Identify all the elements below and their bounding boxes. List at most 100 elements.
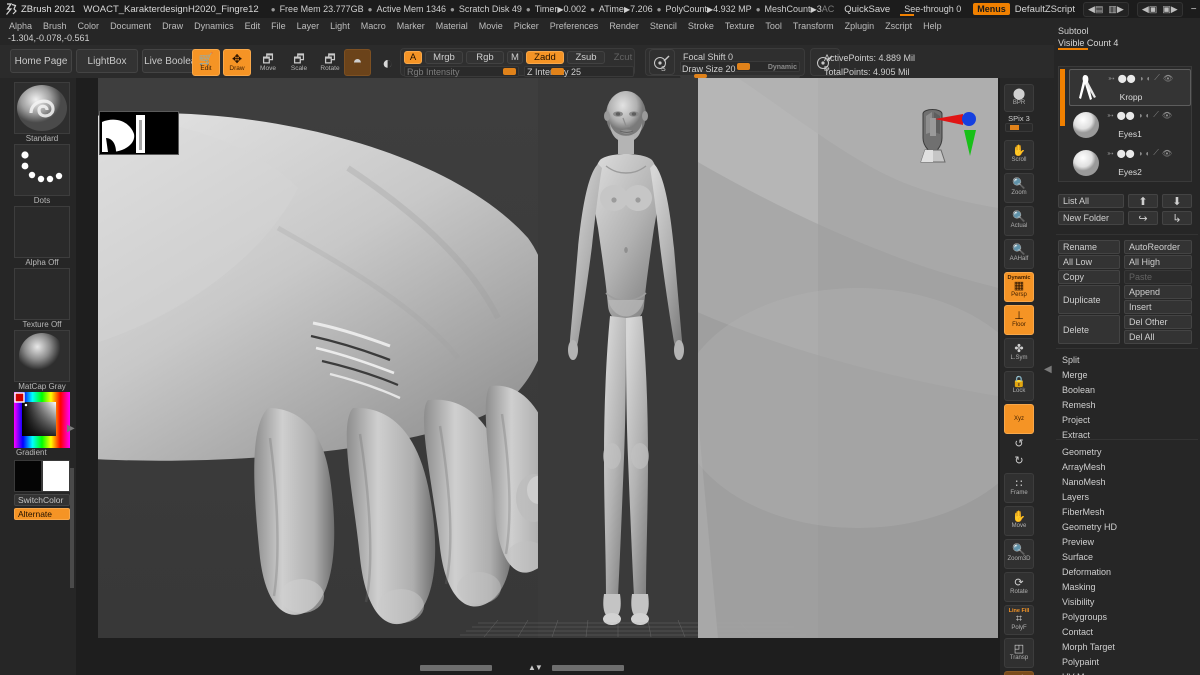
zadd-toggle[interactable]: Zadd bbox=[526, 51, 564, 64]
subtool-op-split[interactable]: Split bbox=[1058, 352, 1196, 367]
menu-render[interactable]: Render bbox=[604, 20, 644, 32]
menu-draw[interactable]: Draw bbox=[157, 20, 188, 32]
subtool-icon-0[interactable]: ➳ bbox=[1108, 74, 1115, 83]
move-button[interactable]: 🗗 Move bbox=[254, 49, 282, 76]
actual-button[interactable]: 🔍Actual bbox=[1004, 206, 1034, 236]
z-intensity-slider[interactable]: Z Intensity 25 bbox=[524, 66, 634, 77]
tray-toggle-icons[interactable]: ◀▣ ▣▶ bbox=[1137, 2, 1183, 17]
minimize-icon[interactable]: − bbox=[1191, 4, 1197, 15]
subtool-op-remesh[interactable]: Remesh bbox=[1058, 397, 1196, 412]
alternate-button[interactable]: Alternate bbox=[14, 508, 70, 520]
subtool-icon-5[interactable]: 👁 bbox=[1162, 111, 1172, 120]
copy-button[interactable]: Copy bbox=[1058, 270, 1120, 284]
menu-layer[interactable]: Layer bbox=[292, 20, 325, 32]
texture-thumbnail[interactable] bbox=[14, 268, 70, 320]
sculpt-canvas[interactable] bbox=[98, 78, 998, 638]
floor-button[interactable]: ⊥Floor bbox=[1004, 305, 1034, 335]
see-through-slider[interactable]: See-through 0 bbox=[900, 4, 965, 15]
subtool-op-merge[interactable]: Merge bbox=[1058, 367, 1196, 382]
menu-alpha[interactable]: Alpha bbox=[4, 20, 37, 32]
menu-zscript[interactable]: Zscript bbox=[880, 20, 917, 32]
tool-section-visibility[interactable]: Visibility bbox=[1058, 594, 1196, 609]
subtool-item-kropp[interactable]: ➳⬤⬤◑◐⟋👁Kropp bbox=[1069, 69, 1191, 106]
tool-section-layers[interactable]: Layers bbox=[1058, 489, 1196, 504]
spix-slider[interactable] bbox=[1005, 123, 1033, 132]
left-scrollbar[interactable] bbox=[70, 468, 74, 588]
rotate-ccw-icon[interactable]: ↺ bbox=[1004, 437, 1034, 450]
rotate-button[interactable]: ⟳Rotate bbox=[1004, 572, 1034, 602]
window-controls[interactable]: − ❐ ✕ bbox=[1191, 4, 1200, 15]
bottom-scrollbar[interactable]: ▲▼ bbox=[76, 661, 1000, 675]
color-picker[interactable] bbox=[14, 392, 70, 448]
tool-section-nanomesh[interactable]: NanoMesh bbox=[1058, 474, 1196, 489]
zoom-button[interactable]: 🔍Zoom bbox=[1004, 173, 1034, 203]
scroll-button[interactable]: ✋Scroll bbox=[1004, 140, 1034, 170]
tool-section-polygroups[interactable]: Polygroups bbox=[1058, 609, 1196, 624]
subtool-icon-2[interactable]: ◑ bbox=[1138, 111, 1143, 120]
secondary-color-swatch[interactable] bbox=[42, 460, 70, 492]
subtool-icon-3[interactable]: ◐ bbox=[1145, 149, 1150, 158]
brush-s-icon[interactable]: S bbox=[649, 49, 675, 75]
subtool-icon-3[interactable]: ◐ bbox=[1146, 74, 1151, 83]
brush-thumbnail[interactable] bbox=[14, 82, 70, 134]
subtool-icon-2[interactable]: ◑ bbox=[1139, 74, 1144, 83]
lsym-button[interactable]: ✤L.Sym bbox=[1004, 338, 1034, 368]
z-intensity-knob[interactable] bbox=[551, 68, 564, 75]
subtool-item-eyes2[interactable]: ➳⬤⬤◑◐⟋👁Eyes2 bbox=[1069, 145, 1191, 182]
menu-brush[interactable]: Brush bbox=[38, 20, 72, 32]
material-thumbnail[interactable] bbox=[14, 330, 70, 382]
sculptris-pro-button[interactable]: ◐ bbox=[374, 49, 401, 76]
tool-section-fibermesh[interactable]: FiberMesh bbox=[1058, 504, 1196, 519]
mrgb-sphere-button[interactable]: ◓ bbox=[344, 49, 371, 76]
menu-help[interactable]: Help bbox=[918, 20, 947, 32]
spix-knob[interactable] bbox=[1010, 125, 1019, 130]
subtool-icon-5[interactable]: 👁 bbox=[1162, 149, 1172, 158]
home-page-button[interactable]: Home Page bbox=[10, 49, 72, 73]
lightbox-button[interactable]: LightBox bbox=[76, 49, 138, 73]
menu-color[interactable]: Color bbox=[73, 20, 105, 32]
scale-button[interactable]: 🗗 Scale bbox=[285, 49, 313, 76]
menu-stroke[interactable]: Stroke bbox=[683, 20, 719, 32]
tool-section-geometry-hd[interactable]: Geometry HD bbox=[1058, 519, 1196, 534]
ui-grow-icon[interactable]: ▥▶ bbox=[1108, 4, 1123, 15]
persp-button[interactable]: Dynamic▦Persp bbox=[1004, 272, 1034, 302]
bpr-button[interactable]: ⬤ BPR bbox=[1004, 84, 1034, 112]
menu-stencil[interactable]: Stencil bbox=[645, 20, 682, 32]
frame-button[interactable]: ∷Frame bbox=[1004, 473, 1034, 503]
move-up-button[interactable]: ⬆ bbox=[1128, 194, 1158, 208]
duplicate-button[interactable]: Duplicate bbox=[1058, 285, 1120, 314]
menu-dynamics[interactable]: Dynamics bbox=[189, 20, 239, 32]
left-tray-arrow-icon[interactable]: ▶ bbox=[67, 423, 75, 434]
zsub-toggle[interactable]: Zsub bbox=[567, 51, 605, 64]
scroll-updown-icons[interactable]: ▲▼ bbox=[528, 663, 542, 672]
alpha-thumbnail[interactable] bbox=[14, 206, 70, 258]
menu-movie[interactable]: Movie bbox=[474, 20, 508, 32]
menu-macro[interactable]: Macro bbox=[356, 20, 391, 32]
scroll-thumb-left[interactable] bbox=[420, 665, 492, 671]
tool-section-surface[interactable]: Surface bbox=[1058, 549, 1196, 564]
menu-tool[interactable]: Tool bbox=[760, 20, 787, 32]
subtool-icon-1[interactable]: ⬤⬤ bbox=[1118, 74, 1136, 83]
rgb-intensity-knob[interactable] bbox=[503, 68, 516, 75]
subtool-icon-4[interactable]: ⟋ bbox=[1153, 110, 1159, 120]
mrgb-toggle[interactable]: Mrgb bbox=[425, 51, 463, 64]
subtool-icon-1[interactable]: ⬤⬤ bbox=[1117, 149, 1135, 158]
ui-shrink-icon[interactable]: ◀▤ bbox=[1088, 4, 1103, 15]
menu-texture[interactable]: Texture bbox=[720, 20, 760, 32]
visible-count-slider[interactable]: Visible Count 4 bbox=[1058, 38, 1194, 49]
menu-preferences[interactable]: Preferences bbox=[545, 20, 604, 32]
rotate-button[interactable]: 🗗 Rotate bbox=[316, 49, 344, 76]
aahalf-button[interactable]: 🔍AAHalf bbox=[1004, 239, 1034, 269]
scroll-thumb-right[interactable] bbox=[552, 665, 624, 671]
zoom3d-button[interactable]: 🔍Zoom3D bbox=[1004, 539, 1034, 569]
subtool-icon-1[interactable]: ⬤⬤ bbox=[1117, 111, 1135, 120]
focal-shift-knob[interactable] bbox=[737, 63, 750, 70]
transp-button[interactable]: ◰Transp bbox=[1004, 638, 1034, 668]
tool-section-polypaint[interactable]: Polypaint bbox=[1058, 654, 1196, 669]
subtool-icon-0[interactable]: ➳ bbox=[1107, 111, 1114, 120]
m-toggle[interactable]: M bbox=[507, 51, 523, 64]
lock-button[interactable]: 🔒Lock bbox=[1004, 371, 1034, 401]
new-folder-button[interactable]: New Folder bbox=[1058, 211, 1124, 225]
canvas-preview-thumbnail[interactable] bbox=[99, 111, 179, 155]
a-toggle[interactable]: A bbox=[404, 51, 422, 64]
